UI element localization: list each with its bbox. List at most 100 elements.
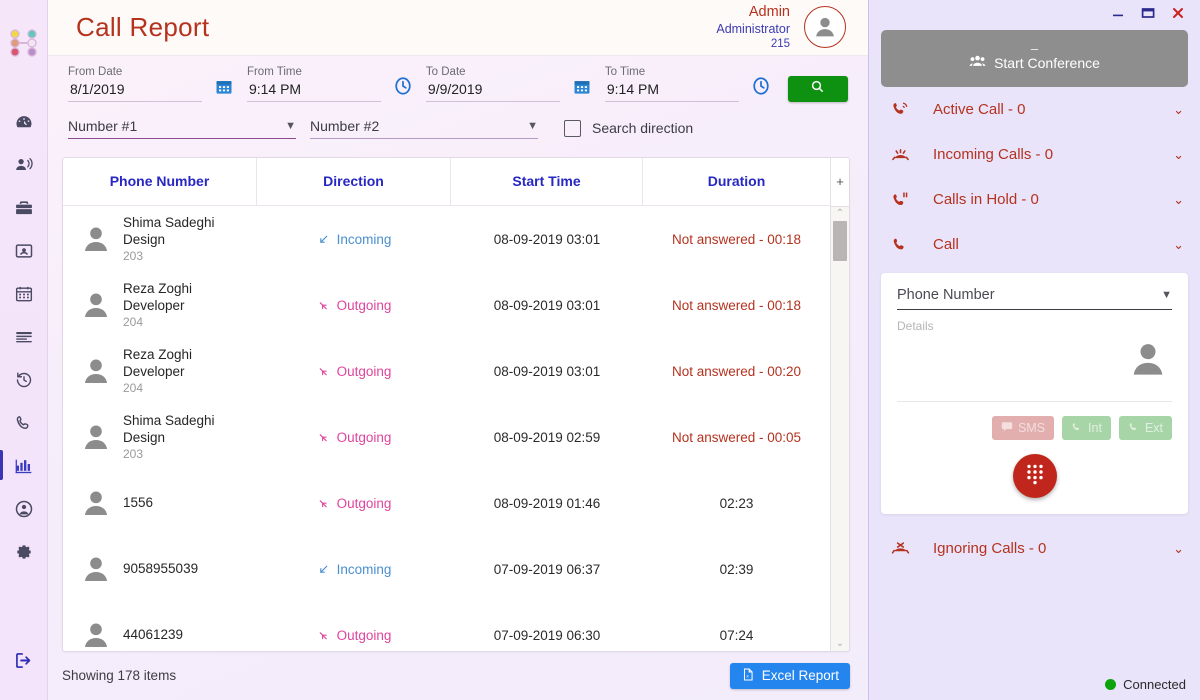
cell-phone-number: 9058955039 — [63, 552, 257, 586]
row-start-time: 07-09-2019 06:30 — [493, 627, 601, 643]
arrow-outgoing-icon — [319, 631, 327, 639]
start-conference-button[interactable]: – Start Conference — [881, 30, 1188, 87]
number-1-select[interactable]: Number #1 ▼ — [68, 118, 296, 139]
search-button[interactable] — [787, 75, 848, 102]
arrow-incoming-icon — [319, 235, 327, 243]
row-duration: 02:23 — [719, 495, 754, 511]
calls-in-hold-label: Calls in Hold - 0 — [933, 191, 1039, 208]
table-row[interactable]: Reza Zoghi Developer 204 Outgoing 08-09-2019… — [63, 338, 830, 404]
to-time-field[interactable]: To Time 9:14 PM — [599, 66, 745, 102]
status-dot — [1105, 679, 1117, 690]
person-icon — [84, 557, 108, 582]
cell-phone-number: Shima Sadeghi Design 203 — [63, 412, 257, 462]
accordion-ignoring-calls[interactable]: Ignoring Calls - 0 ⌄ — [869, 526, 1200, 571]
filters-bar: From Date 8/1/2019 From Time 9:14 PM To … — [48, 56, 868, 143]
from-date-field[interactable]: From Date 8/1/2019 — [62, 66, 208, 102]
column-header-start-time[interactable]: Start Time — [451, 157, 643, 206]
table-row[interactable]: Reza Zoghi Developer 204 Outgoing 08-09-2019… — [63, 272, 830, 338]
call-report-table: Phone Number Direction Start Time Durati… — [62, 156, 850, 652]
from-date-picker-button[interactable] — [208, 77, 241, 102]
number-2-select[interactable]: Number #2 ▼ — [310, 118, 538, 139]
add-column-button[interactable]: + — [831, 157, 849, 207]
sidebar-item-account[interactable] — [0, 487, 48, 530]
sidebar-item-phone[interactable] — [0, 401, 48, 444]
chevron-down-icon[interactable]: ▼ — [1161, 289, 1172, 301]
accordion-incoming-calls[interactable]: Incoming Calls - 0 ⌄ — [869, 132, 1200, 177]
scroll-up-button[interactable]: ⌃ — [836, 207, 844, 221]
column-header-duration[interactable]: Duration — [643, 158, 830, 205]
user-area[interactable]: Admin Administrator 215 — [716, 3, 846, 51]
row-contact-department: Developer — [123, 364, 185, 380]
to-time-input[interactable]: 9:14 PM — [605, 80, 661, 98]
avatar[interactable] — [804, 6, 846, 49]
sms-button[interactable]: SMS — [991, 416, 1055, 440]
user-name: Admin — [748, 4, 790, 21]
checkbox-box[interactable] — [564, 119, 581, 137]
active-call-label: Active Call - 0 — [933, 101, 1026, 118]
cell-start-time: 07-09-2019 06:37 — [451, 562, 643, 577]
accordion-active-call[interactable]: Active Call - 0 ⌄ — [869, 87, 1200, 132]
chevron-down-icon[interactable]: ⌄ — [1173, 192, 1184, 208]
row-contact-name: Reza Zoghi — [123, 281, 193, 297]
phone-number-select[interactable]: Phone Number ▼ — [897, 287, 1172, 310]
sidebar-item-contacts[interactable] — [0, 229, 48, 272]
to-time-picker-button[interactable] — [745, 75, 778, 102]
scrollbar-track[interactable] — [831, 220, 849, 637]
to-date-picker-button[interactable] — [566, 77, 599, 102]
calendar-icon — [214, 77, 234, 102]
table-row[interactable]: 44061239 Outgoing 07-09-2019 06:30 07:24 — [63, 602, 830, 651]
minimize-icon[interactable] — [1110, 5, 1126, 21]
to-date-field[interactable]: To Date 9/9/2019 — [420, 66, 566, 102]
from-time-field[interactable]: From Time 9:14 PM — [241, 66, 387, 102]
table-row[interactable]: Shima Sadeghi Design 203 Incoming 08-09-2019… — [63, 206, 830, 272]
briefcase-icon — [14, 198, 34, 218]
chevron-down-icon[interactable]: ⌄ — [1173, 147, 1184, 163]
table-row[interactable]: 9058955039 Incoming 07-09-2019 06:37 02:39 — [63, 536, 830, 602]
cell-phone-number: Reza Zoghi Developer 204 — [63, 280, 257, 330]
scroll-down-button[interactable]: ⌄ — [836, 637, 844, 651]
column-header-phone-number[interactable]: Phone Number — [63, 157, 257, 206]
phone-ring-icon — [891, 100, 919, 119]
chevron-down-icon[interactable]: ⌄ — [1173, 541, 1184, 557]
connection-status: Connected — [869, 677, 1200, 700]
table-row[interactable]: 1556 Outgoing 08-09-2019 01:46 02:23 — [63, 470, 830, 536]
chevron-down-icon[interactable]: ⌄ — [1173, 237, 1184, 253]
cell-duration: 02:39 — [643, 562, 830, 577]
from-time-input[interactable]: 9:14 PM — [247, 80, 303, 98]
accordion-calls-in-hold[interactable]: Calls in Hold - 0 ⌄ — [869, 177, 1200, 222]
sidebar-item-announcement[interactable] — [0, 143, 48, 186]
sidebar-item-briefcase[interactable] — [0, 186, 48, 229]
chevron-down-icon[interactable]: ⌄ — [1173, 102, 1184, 118]
row-avatar — [79, 288, 113, 322]
sidebar-item-history[interactable] — [0, 358, 48, 401]
close-icon[interactable] — [1170, 5, 1186, 21]
clock-icon — [392, 75, 414, 102]
dialpad-button[interactable] — [1012, 454, 1057, 498]
cell-phone-number: 44061239 — [63, 618, 257, 651]
phone-icon — [14, 413, 34, 433]
table-scrollbar[interactable]: + ⌃ ⌄ — [830, 157, 849, 651]
scrollbar-thumb[interactable] — [833, 220, 847, 261]
sidebar-item-reports[interactable] — [0, 444, 48, 487]
from-time-picker-button[interactable] — [387, 75, 420, 102]
external-call-button[interactable]: Ext — [1118, 416, 1172, 440]
sidebar-item-list[interactable] — [0, 315, 48, 358]
sidebar-item-settings[interactable] — [0, 530, 48, 573]
sidebar-item-calendar[interactable] — [0, 272, 48, 315]
sidebar-item-logout[interactable] — [0, 639, 48, 682]
cell-start-time: 07-09-2019 06:30 — [451, 628, 643, 643]
sidebar-item-dashboard[interactable] — [0, 100, 48, 143]
user-info: Admin Administrator 215 — [716, 3, 790, 51]
accordion-call[interactable]: Call ⌄ — [869, 222, 1200, 267]
excel-report-button[interactable]: x Excel Report — [729, 662, 850, 689]
person-icon — [84, 425, 108, 450]
cell-direction: Outgoing — [257, 430, 451, 445]
column-header-direction[interactable]: Direction — [257, 157, 451, 206]
internal-call-button[interactable]: Int — [1062, 416, 1111, 440]
to-date-input[interactable]: 9/9/2019 — [426, 80, 485, 98]
maximize-icon[interactable] — [1140, 5, 1156, 21]
from-date-input[interactable]: 8/1/2019 — [68, 80, 127, 98]
table-row[interactable]: Shima Sadeghi Design 203 Outgoing 08-09-2019… — [63, 404, 830, 470]
cell-duration: Not answered - 00:05 — [643, 430, 830, 445]
search-direction-checkbox[interactable]: Search direction — [564, 119, 693, 137]
